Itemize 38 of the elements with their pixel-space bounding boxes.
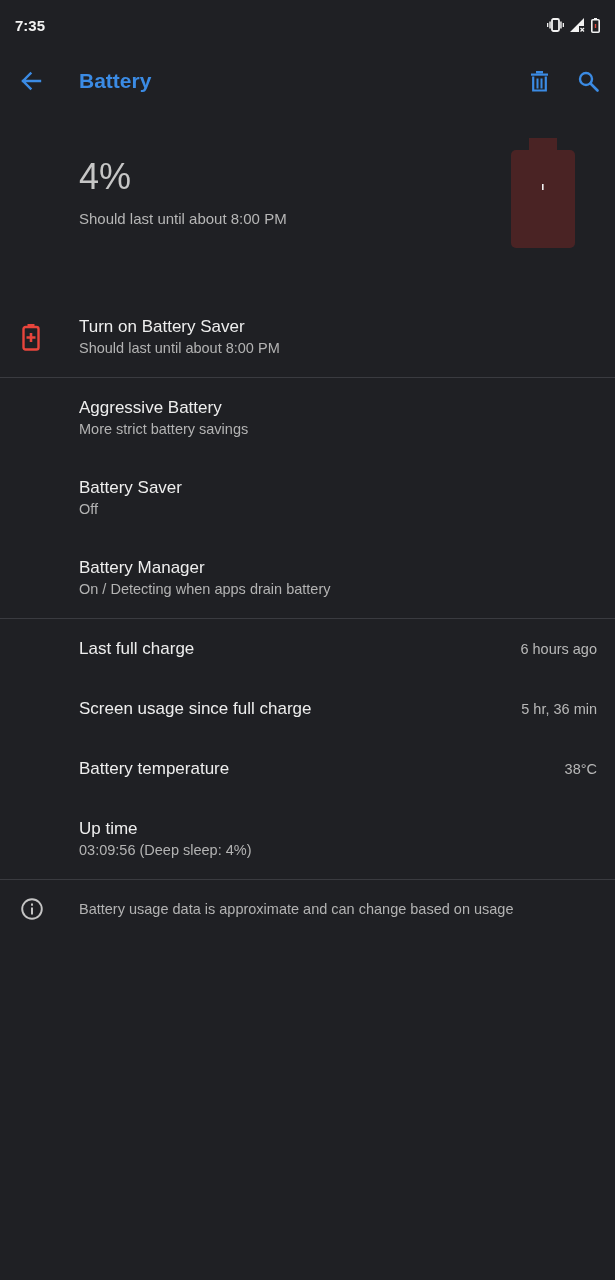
item-value: 5 hr, 36 min [521, 701, 597, 717]
stat-item[interactable]: Screen usage since full charge 5 hr, 36 min [0, 679, 615, 739]
info-text: Battery usage data is approximate and can change based on usage [79, 900, 514, 919]
item-title: Last full charge [79, 638, 195, 660]
item-summary: 03:09:56 (Deep sleep: 4%) [79, 841, 252, 860]
item-summary: On / Detecting when apps drain battery [79, 580, 331, 599]
item-summary: Should last until about 8:00 PM [79, 339, 280, 358]
setting-item[interactable]: Aggressive Battery More strict battery savings [0, 378, 615, 458]
setting-item[interactable]: Battery Manager On / Detecting when apps drain battery [0, 538, 615, 618]
info-icon [21, 898, 43, 920]
item-title: Screen usage since full charge [79, 698, 312, 720]
search-icon[interactable] [578, 70, 599, 92]
setting-item[interactable]: Battery Saver Off [0, 458, 615, 538]
item-title: Turn on Battery Saver [79, 316, 245, 338]
battery-saver-icon [21, 323, 41, 351]
item-summary: More strict battery savings [79, 420, 249, 439]
battery-saver-suggestion[interactable]: Turn on Battery Saver Should last until about 8:00 PM [0, 297, 615, 377]
status-time: 7:35 [15, 16, 46, 34]
battery-percentage: 4% [79, 155, 132, 199]
item-title: Aggressive Battery [79, 397, 222, 419]
page-title: Battery [79, 69, 152, 93]
item-summary: Off [79, 500, 99, 519]
signal-icon [570, 18, 585, 32]
item-title: Up time [79, 818, 138, 840]
battery-level-icon [511, 138, 575, 248]
vibrate-icon [547, 18, 564, 32]
item-title: Battery temperature [79, 758, 230, 780]
stat-item[interactable]: Battery temperature 38°C [0, 739, 615, 799]
trash-icon[interactable] [531, 70, 548, 92]
setting-item[interactable]: Up time 03:09:56 (Deep sleep: 4%) [0, 799, 615, 879]
battery-estimate: Should last until about 8:00 PM [79, 209, 287, 229]
back-arrow-icon[interactable] [20, 70, 42, 92]
item-value: 6 hours ago [520, 641, 597, 657]
battery-icon [591, 17, 600, 33]
stat-item[interactable]: Last full charge 6 hours ago [0, 619, 615, 679]
item-value: 38°C [564, 761, 597, 777]
item-title: Battery Saver [79, 477, 182, 499]
item-title: Battery Manager [79, 557, 205, 579]
